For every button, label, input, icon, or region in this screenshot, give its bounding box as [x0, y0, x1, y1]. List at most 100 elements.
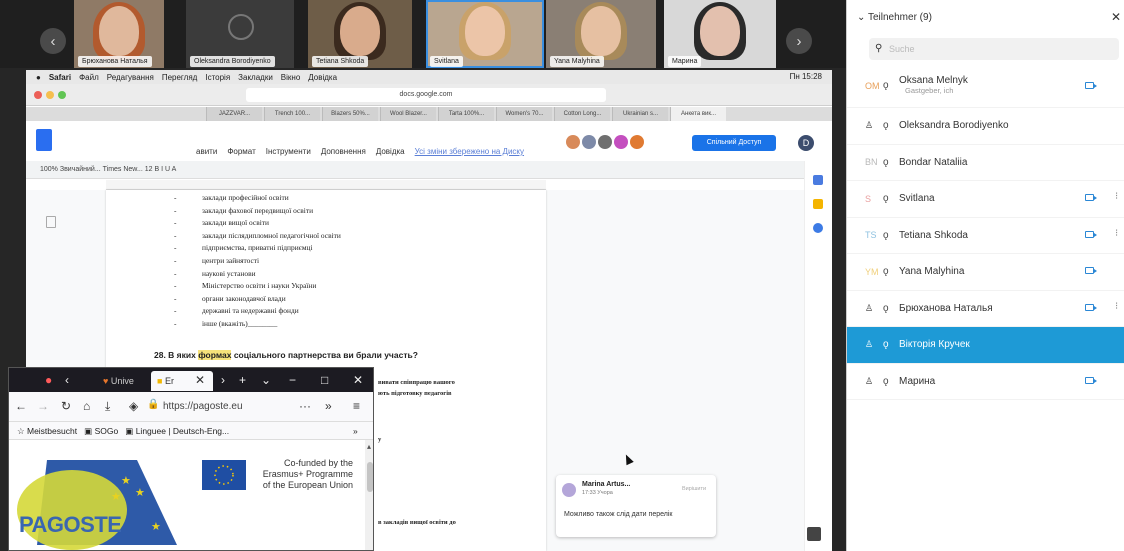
forward-icon[interactable]: → — [37, 399, 49, 413]
participant-row[interactable]: TS ǫ Tetiana Shkoda ⁝ — [847, 218, 1124, 254]
safari-tab[interactable]: Cotton Long... — [554, 107, 610, 121]
overflow-icon[interactable]: » — [325, 399, 332, 413]
explore-icon[interactable] — [807, 527, 821, 541]
back-icon[interactable]: ← — [15, 399, 27, 413]
video-tile[interactable]: Марина — [664, 0, 776, 68]
close-dot-icon[interactable] — [34, 91, 42, 99]
docs-menu-format[interactable]: Формат — [227, 147, 255, 156]
mic-icon[interactable]: ǫ — [883, 376, 899, 387]
camera-icon[interactable] — [1085, 376, 1097, 384]
avatar[interactable] — [566, 135, 580, 149]
menu-icon[interactable]: ≡ — [353, 399, 360, 413]
safari-tab[interactable]: Women's 70... — [496, 107, 552, 121]
zoom-dot-icon[interactable] — [58, 91, 66, 99]
menu-window[interactable]: Вікно — [281, 73, 300, 82]
video-tile[interactable]: Tetiana Shkoda — [308, 0, 412, 68]
docs-formatting-toolbar[interactable]: 100% Звичайний... Times New... 12 B I U … — [26, 161, 832, 179]
calendar-icon[interactable] — [813, 175, 823, 185]
safari-tab[interactable]: JAZZVAR... — [206, 107, 262, 121]
download-icon[interactable]: ⤓ — [105, 399, 110, 414]
participant-row-selected[interactable]: ♙ ǫ Вікторія Кручек — [847, 327, 1124, 364]
docs-menu-insert[interactable]: авити — [196, 147, 217, 156]
docs-menu-addons[interactable]: Доповнення — [321, 147, 366, 156]
menu-edit[interactable]: Редагування — [107, 73, 154, 82]
participant-row[interactable]: ♙ ǫ Oleksandra Borodiyenko — [847, 108, 1124, 145]
keep-icon[interactable] — [813, 199, 823, 209]
share-button[interactable]: Спільний Доступ — [692, 135, 776, 151]
mic-icon[interactable]: ǫ — [883, 80, 899, 91]
participant-row[interactable]: ♙ ǫ Марина — [847, 364, 1124, 400]
firefox-address-bar[interactable]: https://pagoste.eu — [163, 401, 243, 412]
more-icon[interactable]: ⁝ — [1115, 191, 1118, 202]
menu-bookmarks[interactable]: Закладки — [238, 73, 273, 82]
comment-card[interactable]: Marina Artus... 17:33 Учора Вирішити Мож… — [556, 475, 716, 537]
camera-icon[interactable] — [1085, 82, 1097, 89]
close-window-icon[interactable]: ✕ — [353, 373, 363, 387]
mic-icon[interactable]: ǫ — [883, 339, 899, 350]
tab-scroll-left-icon[interactable]: ‹ — [65, 373, 69, 387]
participant-row[interactable]: S ǫ Svitlana ⁝ — [847, 181, 1124, 218]
firefox-tab[interactable]: ♥ Unive — [99, 371, 149, 391]
camera-icon[interactable] — [1085, 194, 1097, 201]
docs-ruler[interactable] — [106, 180, 546, 190]
bookmark-item[interactable]: ▣ Linguee | Deutsch-Eng... — [125, 426, 229, 436]
scrollbar-thumb[interactable] — [367, 462, 373, 492]
camera-icon[interactable] — [1085, 267, 1097, 274]
mic-icon[interactable]: ǫ — [883, 266, 899, 277]
strip-next-button[interactable]: › — [786, 28, 812, 54]
video-tile-active[interactable]: Svitlana — [426, 0, 544, 68]
mic-icon[interactable]: ǫ — [883, 120, 899, 131]
close-panel-icon[interactable]: ✕ — [1111, 10, 1121, 24]
participant-search-input[interactable]: ⚲ Suche — [869, 38, 1119, 60]
participant-row[interactable]: YM ǫ Yana Malyhina — [847, 254, 1124, 291]
video-tile[interactable]: Yana Malyhina — [546, 0, 656, 68]
scroll-up-icon[interactable]: ▴ — [367, 442, 371, 451]
safari-tab[interactable]: Tarta 100%... — [438, 107, 494, 121]
bookmarks-overflow-icon[interactable]: » — [353, 422, 358, 440]
strip-prev-button[interactable]: ‹ — [40, 28, 66, 54]
menu-history[interactable]: Історія — [205, 73, 230, 82]
safari-tab[interactable]: Blazers 50%... — [322, 107, 378, 121]
reload-icon[interactable]: ↻ — [61, 399, 71, 413]
maximize-icon[interactable]: □ — [321, 373, 328, 387]
new-tab-icon[interactable]: + — [239, 373, 246, 387]
avatar[interactable] — [582, 135, 596, 149]
bookmark-item[interactable]: ☆ Meistbesucht — [17, 426, 77, 436]
camera-icon[interactable] — [1085, 230, 1097, 238]
home-icon[interactable]: ⌂ — [83, 399, 90, 413]
participant-row[interactable]: OM ǫ Oksana Melnyk Gastgeber, ich — [847, 64, 1124, 108]
tab-list-icon[interactable]: ⌄ — [261, 373, 271, 387]
participant-row[interactable]: ♙ ǫ Брюханова Наталья ⁝ — [847, 291, 1124, 327]
avatar[interactable] — [630, 135, 644, 149]
menu-help[interactable]: Довідка — [308, 73, 337, 82]
video-tile[interactable]: Oleksandra Borodiyenko — [186, 0, 294, 68]
shield-icon[interactable]: ◈ — [129, 399, 138, 413]
safari-tab[interactable]: Trench 100... — [264, 107, 320, 121]
participant-row[interactable]: BN ǫ Bondar Nataliia — [847, 145, 1124, 181]
mic-icon[interactable]: ǫ — [883, 303, 899, 314]
app-name[interactable]: Safari — [49, 73, 71, 82]
outline-icon[interactable] — [46, 216, 56, 228]
camera-icon[interactable] — [1085, 303, 1097, 311]
tasks-icon[interactable] — [813, 223, 823, 233]
more-icon[interactable]: ⁝ — [1115, 301, 1118, 312]
page-scrollbar[interactable]: ▴ — [365, 440, 373, 550]
more-icon[interactable]: ⁝ — [1115, 228, 1118, 239]
safari-address-bar[interactable]: docs.google.com — [246, 88, 606, 102]
apple-icon[interactable]: ● — [36, 73, 41, 82]
google-docs-icon[interactable] — [36, 129, 52, 151]
safari-tab[interactable]: Wool Blazer... — [380, 107, 436, 121]
close-tab-icon[interactable]: ✕ — [195, 373, 205, 387]
safari-tab-active[interactable]: Анкета вик... — [670, 107, 726, 121]
docs-menu-help[interactable]: Довідка — [376, 147, 405, 156]
mic-icon[interactable]: ǫ — [883, 230, 899, 241]
avatar[interactable] — [614, 135, 628, 149]
bookmark-item[interactable]: ▣ SOGo — [84, 426, 118, 436]
participants-title[interactable]: ⌄ Teilnehmer (9) — [857, 12, 932, 23]
docs-menu-tools[interactable]: Інструменти — [266, 147, 311, 156]
mic-icon[interactable]: ǫ — [883, 157, 899, 168]
minimize-dot-icon[interactable] — [46, 91, 54, 99]
page-actions-icon[interactable]: ··· — [299, 399, 311, 413]
scroll-right-icon[interactable]: › — [221, 373, 225, 387]
safari-tab[interactable]: Ukrainian s... — [612, 107, 668, 121]
